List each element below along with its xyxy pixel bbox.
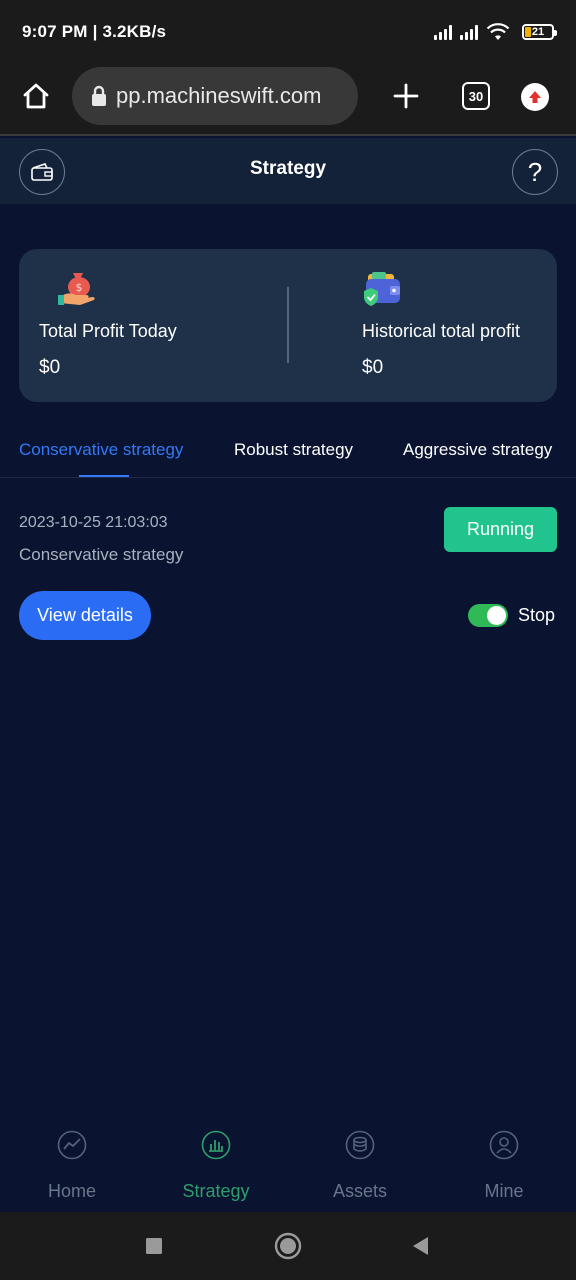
stop-toggle[interactable] <box>468 604 508 627</box>
nav-assets-label: Assets <box>332 1181 388 1201</box>
nav-assets[interactable]: Assets <box>300 1118 420 1212</box>
historical-profit-value: $0 <box>362 357 384 378</box>
profit-summary-card: $ Total Profit Today $0 Historical total… <box>19 249 557 402</box>
historical-profit-label: Historical total profit <box>362 321 521 341</box>
tab-aggressive-strategy[interactable]: Aggressive strategy <box>403 440 552 460</box>
back-icon[interactable] <box>400 1212 440 1280</box>
signal-icon <box>434 24 452 40</box>
nav-mine-label: Mine <box>484 1181 524 1201</box>
today-profit-value: $0 <box>39 357 61 378</box>
address-bar[interactable]: pp.machineswift.com <box>72 67 358 125</box>
nav-home-label: Home <box>47 1181 96 1201</box>
view-details-button[interactable]: View details <box>19 591 151 640</box>
money-bag-icon: $ <box>58 273 95 305</box>
wifi-icon <box>486 23 510 40</box>
trend-icon <box>57 1130 87 1160</box>
status-icons: 21 <box>434 23 557 41</box>
bar-chart-icon <box>201 1130 231 1160</box>
tab-conservative-strategy[interactable]: Conservative strategy <box>19 440 183 460</box>
update-icon[interactable] <box>521 83 549 111</box>
tab-switcher-button[interactable]: 30 <box>462 82 490 110</box>
nav-strategy[interactable]: Strategy <box>156 1118 276 1212</box>
coins-icon <box>345 1130 375 1160</box>
lock-icon <box>92 85 106 106</box>
url-text: pp.machineswift.com <box>116 83 322 108</box>
help-button[interactable]: ? <box>512 149 558 195</box>
svg-text:$: $ <box>76 281 83 294</box>
active-tab-indicator <box>79 475 129 477</box>
battery-icon: 21 <box>522 24 557 40</box>
card-divider <box>287 287 289 363</box>
strategy-tabs: Conservative strategy Robust strategy Ag… <box>0 430 576 478</box>
signal-icon <box>460 24 478 40</box>
toggle-knob <box>487 606 506 625</box>
app-header: Strategy ? <box>0 138 576 204</box>
new-tab-icon[interactable] <box>388 78 424 114</box>
today-profit-label: Total Profit Today <box>39 321 177 341</box>
user-icon <box>489 1130 519 1160</box>
screen: 9:07 PM | 3.2KB/s 21 pp.machineswift.com… <box>0 0 576 1280</box>
wallet-shield-icon <box>364 272 400 306</box>
strategy-datetime: 2023-10-25 21:03:03 <box>19 514 168 531</box>
stop-label: Stop <box>518 605 556 625</box>
nav-home[interactable]: Home <box>12 1118 132 1212</box>
page-title: Strategy <box>249 158 327 179</box>
battery-level: 21 <box>531 26 545 38</box>
home-circle-icon[interactable] <box>268 1212 308 1280</box>
home-icon[interactable] <box>18 78 54 114</box>
recents-icon[interactable] <box>134 1212 174 1280</box>
system-navigation-bar <box>0 1212 576 1280</box>
status-bar: 9:07 PM | 3.2KB/s 21 <box>0 0 576 64</box>
browser-toolbar: pp.machineswift.com 30 <box>0 64 576 136</box>
tab-robust-strategy[interactable]: Robust strategy <box>234 440 353 460</box>
historical-profit-section: Historical total profit $0 <box>362 249 552 402</box>
strategy-name: Conservative strategy <box>19 545 184 564</box>
bottom-navigation: Home Strategy Assets Mine <box>0 1118 576 1212</box>
status-time: 9:07 PM | 3.2KB/s <box>22 22 167 41</box>
today-profit-section: $ Total Profit Today $0 <box>39 249 279 402</box>
running-status-button[interactable]: Running <box>444 507 557 552</box>
question-icon: ? <box>527 156 543 187</box>
nav-strategy-label: Strategy <box>182 1181 250 1201</box>
nav-mine[interactable]: Mine <box>444 1118 564 1212</box>
